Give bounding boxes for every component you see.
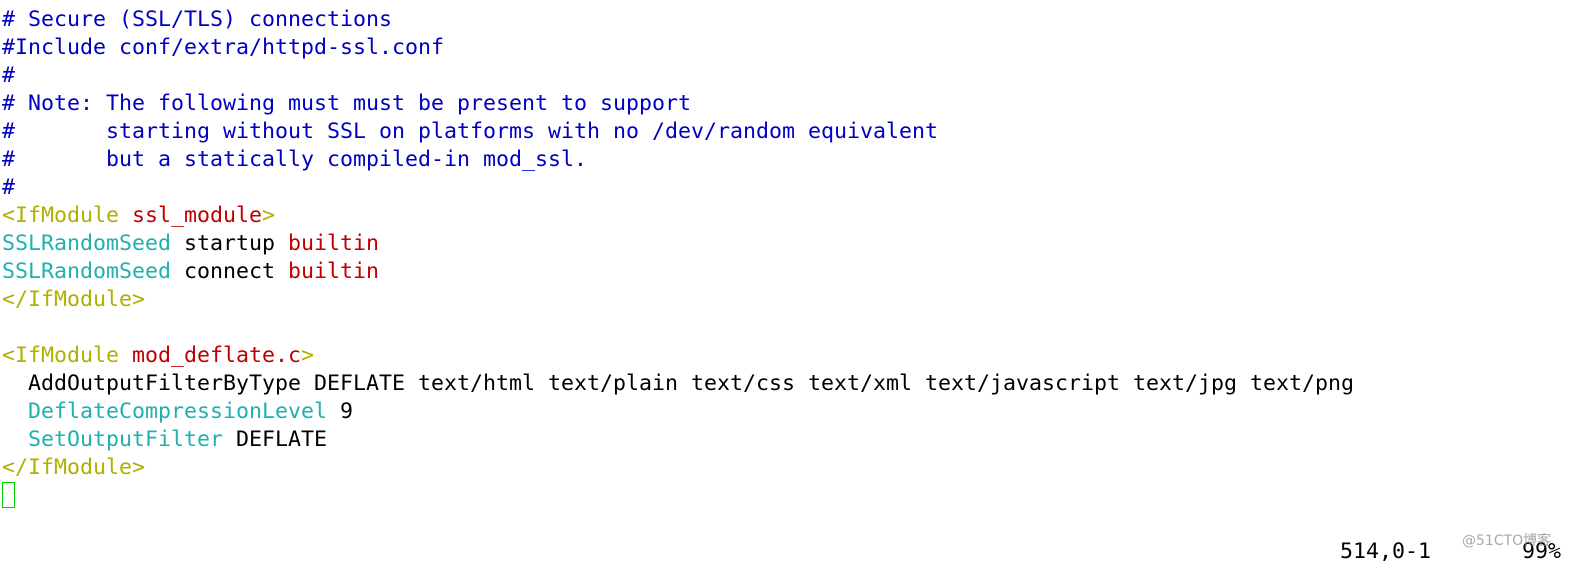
code-token-tag: </IfModule> <box>2 455 146 480</box>
code-line: # Note: The following must must be prese… <box>2 90 1354 118</box>
code-token-comment: #Include conf/extra/httpd-ssl.conf <box>2 35 445 60</box>
code-token-tag: <IfModule <box>2 343 133 368</box>
code-line: SSLRandomSeed connect builtin <box>2 258 1354 286</box>
code-token-comment: # Note: The following must must be prese… <box>2 91 692 116</box>
code-token-directive: DeflateCompressionLevel <box>28 399 328 424</box>
code-line: # <box>2 174 1354 202</box>
code-line: # starting without SSL on platforms with… <box>2 118 1354 146</box>
code-line: AddOutputFilterByType DEFLATE text/html … <box>2 370 1354 398</box>
code-token-comment: # but a statically compiled-in mod_ssl. <box>2 147 588 172</box>
code-token-directive: SSLRandomSeed <box>2 259 172 284</box>
code-line: <IfModule ssl_module> <box>2 202 1354 230</box>
code-token-plain: connect <box>171 259 289 284</box>
code-line: <IfModule mod_deflate.c> <box>2 342 1354 370</box>
code-line: # but a statically compiled-in mod_ssl. <box>2 146 1354 174</box>
code-token-comment: # Secure (SSL/TLS) connections <box>2 7 393 32</box>
code-token-plain: startup <box>171 231 289 256</box>
code-line: </IfModule> <box>2 454 1354 482</box>
code-token-directive: SSLRandomSeed <box>2 231 172 256</box>
code-token-plain: 9 <box>327 399 354 424</box>
code-line: DeflateCompressionLevel 9 <box>2 398 1354 426</box>
code-line: # Secure (SSL/TLS) connections <box>2 6 1354 34</box>
code-line: SSLRandomSeed startup builtin <box>2 230 1354 258</box>
code-token-tag: > <box>301 343 315 368</box>
code-line: #Include conf/extra/httpd-ssl.conf <box>2 34 1354 62</box>
code-token-tag: > <box>262 203 276 228</box>
code-token-plain: DEFLATE <box>223 427 328 452</box>
code-token-tag: </IfModule> <box>2 287 146 312</box>
code-token-plain: AddOutputFilterByType DEFLATE text/html … <box>2 371 1355 396</box>
code-line: SetOutputFilter DEFLATE <box>2 426 1354 454</box>
code-token-comment: # <box>2 175 16 200</box>
code-token-directive: SetOutputFilter <box>28 427 224 452</box>
code-token-arg: builtin <box>288 259 380 284</box>
code-token-comment: # <box>2 63 16 88</box>
code-token-tag: <IfModule <box>2 203 133 228</box>
watermark: @51CTO博客 <box>1462 533 1552 549</box>
cursor-position: 514,0-1 <box>1340 539 1432 564</box>
code-line: </IfModule> <box>2 286 1354 314</box>
code-token-arg: builtin <box>288 231 380 256</box>
code-token-comment: # starting without SSL on platforms with… <box>2 119 939 144</box>
code-line: # <box>2 62 1354 90</box>
text-cursor <box>2 482 15 508</box>
editor-buffer[interactable]: # Secure (SSL/TLS) connections #Include c… <box>2 6 1354 482</box>
code-token-arg: ssl_module <box>132 203 263 228</box>
code-token-arg: mod_deflate.c <box>132 343 302 368</box>
